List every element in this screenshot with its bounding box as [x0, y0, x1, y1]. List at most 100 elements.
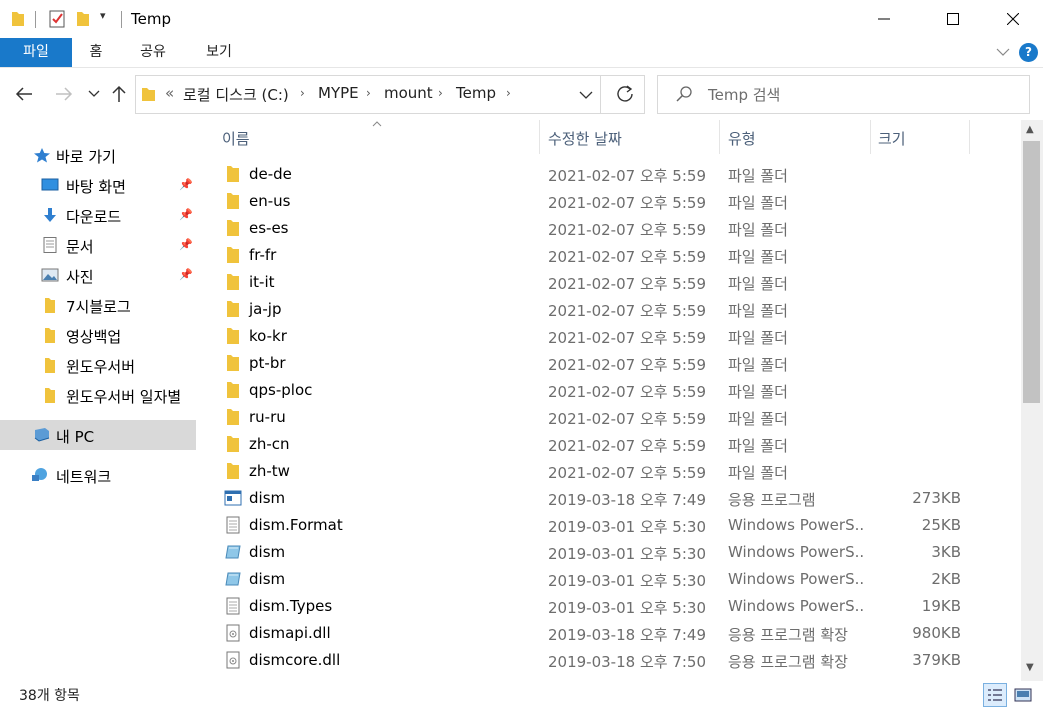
- file-name: ko-kr: [249, 327, 287, 345]
- tab-share[interactable]: 공유: [130, 38, 176, 67]
- sidebar-item-pictures[interactable]: 사진 📌: [0, 260, 196, 290]
- divider[interactable]: [539, 120, 540, 154]
- details-view-icon: [988, 689, 1002, 701]
- file-name: ru-ru: [249, 408, 286, 426]
- file-row[interactable]: ja-jp 2021-02-07 오후 5:59 파일 폴더: [196, 296, 1021, 323]
- sidebar-item-network[interactable]: 네트워크: [0, 460, 196, 490]
- file-type: 파일 폴더: [728, 275, 788, 293]
- folder-icon: [227, 274, 239, 290]
- sidebar-item-label: 내 PC: [56, 428, 95, 446]
- search-input[interactable]: Temp 검색: [708, 84, 780, 105]
- file-row[interactable]: fr-fr 2021-02-07 오후 5:59 파일 폴더: [196, 242, 1021, 269]
- file-row[interactable]: pt-br 2021-02-07 오후 5:59 파일 폴더: [196, 350, 1021, 377]
- file-row[interactable]: dism.Format 2019-03-01 오후 5:30 Windows Pow…: [196, 512, 1021, 539]
- properties-icon[interactable]: [48, 9, 66, 29]
- file-size: 19KB: [921, 597, 961, 615]
- file-row[interactable]: en-us 2021-02-07 오후 5:59 파일 폴더: [196, 188, 1021, 215]
- folder-icon: [45, 328, 55, 343]
- chevron-right-icon[interactable]: ›: [506, 86, 511, 100]
- breadcrumb-temp[interactable]: Temp: [456, 84, 496, 102]
- divider[interactable]: [719, 120, 720, 154]
- breadcrumb-mype[interactable]: MYPE: [318, 84, 359, 102]
- sidebar-item-this-pc[interactable]: 내 PC: [0, 420, 196, 450]
- forward-button[interactable]: [52, 82, 76, 106]
- breadcrumb-mount[interactable]: mount: [384, 84, 433, 102]
- file-row[interactable]: dism 2019-03-01 오후 5:30 Windows PowerS... 3…: [196, 539, 1021, 566]
- file-row[interactable]: ko-kr 2021-02-07 오후 5:59 파일 폴더: [196, 323, 1021, 350]
- refresh-icon[interactable]: [616, 85, 634, 103]
- file-row[interactable]: ru-ru 2021-02-07 오후 5:59 파일 폴더: [196, 404, 1021, 431]
- back-button[interactable]: [12, 82, 36, 106]
- file-date: 2019-03-18 오후 7:50: [548, 653, 706, 671]
- file-date: 2021-02-07 오후 5:59: [548, 464, 706, 482]
- sidebar-item-folder[interactable]: 7시블로그: [0, 290, 196, 320]
- file-row[interactable]: zh-tw 2021-02-07 오후 5:59 파일 폴더: [196, 458, 1021, 485]
- close-button[interactable]: [990, 0, 1036, 38]
- file-name: dism.Format: [249, 516, 343, 534]
- computer-icon: [34, 428, 50, 442]
- file-name: it-it: [249, 273, 275, 291]
- file-row[interactable]: dism 2019-03-18 오후 7:49 응용 프로그램 273KB: [196, 485, 1021, 512]
- tab-home[interactable]: 홈: [80, 38, 112, 67]
- sidebar-item-folder[interactable]: 영상백업: [0, 320, 196, 350]
- file-name: es-es: [249, 219, 289, 237]
- file-row[interactable]: it-it 2021-02-07 오후 5:59 파일 폴더: [196, 269, 1021, 296]
- breadcrumb-overflow[interactable]: «: [165, 84, 174, 102]
- sidebar-item-folder[interactable]: 윈도우서버 일자별: [0, 380, 196, 410]
- recent-locations-button[interactable]: [82, 82, 106, 106]
- details-view-button[interactable]: [983, 683, 1007, 707]
- new-folder-icon[interactable]: [75, 9, 91, 29]
- sidebar-item-label: 다운로드: [66, 208, 122, 226]
- scroll-down-icon[interactable]: ▼: [1026, 662, 1034, 673]
- column-header-date[interactable]: 수정한 날짜: [548, 128, 622, 149]
- address-dropdown-icon[interactable]: [579, 90, 593, 100]
- divider[interactable]: [870, 120, 871, 154]
- tab-file[interactable]: 파일: [0, 38, 72, 67]
- minimize-button[interactable]: [861, 0, 907, 38]
- expand-ribbon-icon[interactable]: [996, 47, 1010, 57]
- scrollbar-thumb[interactable]: [1023, 141, 1040, 403]
- sort-ascending-icon: [372, 121, 382, 127]
- file-row[interactable]: zh-cn 2021-02-07 오후 5:59 파일 폴더: [196, 431, 1021, 458]
- scroll-up-icon[interactable]: ▲: [1026, 124, 1034, 135]
- file-row[interactable]: dismcore.dll 2019-03-18 오후 7:50 응용 프로그램 확장…: [196, 647, 1021, 674]
- network-icon: [32, 468, 47, 481]
- sidebar-item-desktop[interactable]: 바탕 화면 📌: [0, 170, 196, 200]
- sidebar-item-downloads[interactable]: 다운로드 📌: [0, 200, 196, 230]
- folder-icon: [12, 12, 24, 26]
- maximize-button[interactable]: [930, 0, 976, 38]
- large-icons-view-icon: [1014, 688, 1032, 702]
- file-type: 파일 폴더: [728, 383, 788, 401]
- file-row[interactable]: de-de 2021-02-07 오후 5:59 파일 폴더: [196, 161, 1021, 188]
- chevron-right-icon[interactable]: ›: [438, 86, 443, 100]
- status-bar: [0, 681, 1043, 710]
- tab-view[interactable]: 보기: [196, 38, 242, 67]
- chevron-right-icon[interactable]: ›: [366, 86, 371, 100]
- large-icons-view-button[interactable]: [1011, 683, 1035, 707]
- up-button[interactable]: [107, 82, 131, 106]
- column-header-type[interactable]: 유형: [728, 128, 756, 149]
- column-header-name[interactable]: 이름: [222, 128, 250, 149]
- chevron-right-icon[interactable]: ›: [300, 86, 305, 100]
- file-type: 파일 폴더: [728, 356, 788, 374]
- file-size: 379KB: [912, 651, 961, 669]
- divider[interactable]: [969, 120, 970, 154]
- file-type: 파일 폴더: [728, 410, 788, 428]
- sidebar-item-quick-access[interactable]: 바로 가기: [0, 140, 196, 170]
- folder-icon: [45, 298, 55, 313]
- customize-toolbar-icon[interactable]: ▾: [100, 9, 106, 29]
- file-type: 파일 폴더: [728, 194, 788, 212]
- breadcrumb-local-disk[interactable]: 로컬 디스크 (C:): [183, 84, 289, 105]
- file-row[interactable]: es-es 2021-02-07 오후 5:59 파일 폴더: [196, 215, 1021, 242]
- folder-icon: [142, 88, 155, 101]
- back-arrow-icon: [15, 87, 32, 101]
- file-row[interactable]: dismapi.dll 2019-03-18 오후 7:49 응용 프로그램 확장 9…: [196, 620, 1021, 647]
- file-row[interactable]: dism 2019-03-01 오후 5:30 Windows PowerS... 2…: [196, 566, 1021, 593]
- file-row[interactable]: dism.Types 2019-03-01 오후 5:30 Windows Powe…: [196, 593, 1021, 620]
- help-icon[interactable]: ?: [1019, 43, 1038, 62]
- file-row[interactable]: qps-ploc 2021-02-07 오후 5:59 파일 폴더: [196, 377, 1021, 404]
- sidebar-item-documents[interactable]: 문서 📌: [0, 230, 196, 260]
- sidebar-item-folder[interactable]: 윈도우서버: [0, 350, 196, 380]
- column-header-size[interactable]: 크기: [878, 128, 906, 149]
- file-name: ja-jp: [249, 300, 282, 318]
